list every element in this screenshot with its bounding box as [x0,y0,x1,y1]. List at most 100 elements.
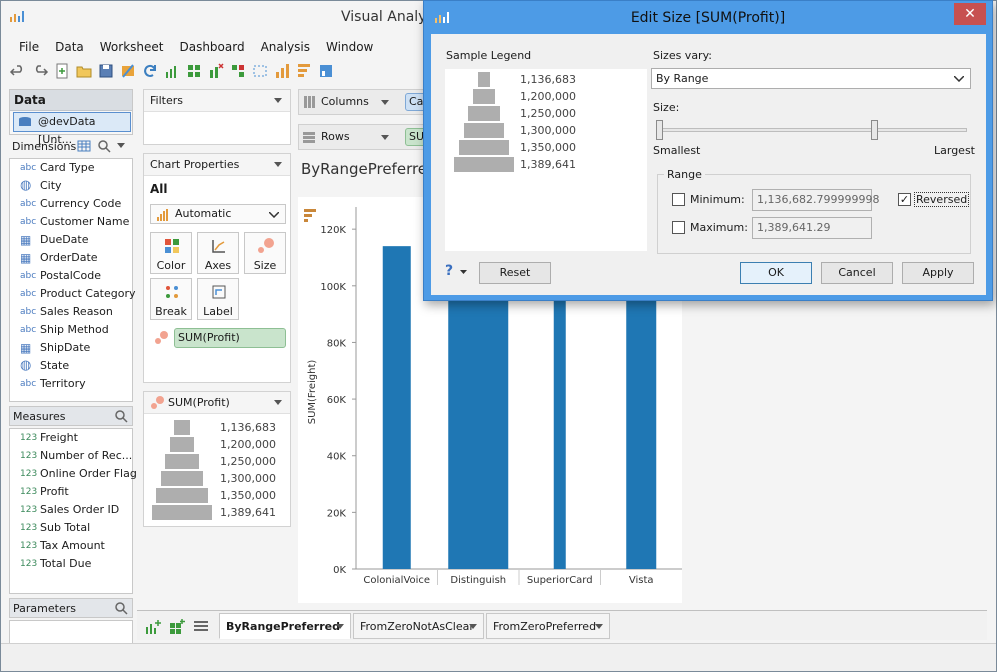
reset-button[interactable]: Reset [479,262,551,284]
size-slider-max-thumb[interactable] [871,120,878,140]
sample-legend-box: 1,136,683 1,200,000 1,250,000 1,300,000 1,35… [445,69,647,251]
measure-item[interactable]: 123 Online Order Flag [10,465,137,483]
help-menu-icon[interactable] [460,270,467,275]
tab-byrangepreferred[interactable]: ByRangePreferred [219,613,351,639]
maximum-input[interactable]: 1,389,641.29 [752,217,872,239]
sort-indicator-icon[interactable] [304,209,316,222]
dimension-item[interactable]: abc Sales Reason [10,303,132,321]
tab-menu-icon[interactable] [595,624,603,630]
add-grid-icon[interactable] [185,62,203,80]
sizes-vary-select[interactable]: By Range [651,68,971,89]
redo-icon[interactable] [31,62,49,80]
tab-menu-icon[interactable] [336,624,344,630]
dimension-item[interactable]: abc Card Type [10,159,132,177]
measure-item[interactable]: 123 Sales Order ID [10,501,132,519]
menu-dashboard[interactable]: Dashboard [171,38,252,56]
reversed-checkbox[interactable]: ✓ [898,193,911,206]
new-dashboard-icon[interactable] [169,619,185,635]
clear-sheet-icon[interactable] [207,62,225,80]
minimum-checkbox[interactable] [672,193,685,206]
dimension-item-label: Product Category [40,287,136,300]
lasso-icon[interactable] [251,62,269,80]
sheet-sorter-icon[interactable] [193,620,209,634]
open-icon[interactable] [75,62,93,80]
size-button[interactable]: Size [244,232,286,274]
dimension-item[interactable]: ▦ OrderDate [10,249,132,267]
size-slider[interactable] [656,120,967,140]
search-icon[interactable] [97,139,111,153]
number-type-icon: 123 [20,523,38,533]
dimension-item[interactable]: abc Territory [10,375,132,393]
add-bars-icon[interactable] [163,62,181,80]
axes-button[interactable]: Axes [197,232,239,274]
dimensions-menu-icon[interactable] [117,143,125,149]
swap-icon[interactable] [229,62,247,80]
dimension-item[interactable]: abc Currency Code [10,195,132,213]
menu-window[interactable]: Window [318,38,381,56]
edit-size-dialog: Edit Size [SUM(Profit)] ✕ Sample Legend … [423,0,993,301]
size-legend-card: SUM(Profit) 1,136,683 1,200,000 1,250,000 1… [143,391,291,527]
size-label: Size [253,259,277,272]
dimension-item[interactable]: ▦ ShipDate [10,339,132,357]
close-button[interactable]: ✕ [954,3,986,25]
size-legend-value: 1,389,641 [520,158,576,171]
search-icon[interactable] [114,601,128,615]
sort-descending-icon[interactable] [295,62,313,80]
dimensions-title: Dimensions [12,140,77,153]
size-legend-value: 1,300,000 [220,472,276,485]
dimension-item[interactable]: ◍ City [10,177,132,195]
table-view-icon[interactable] [77,140,91,152]
ok-button[interactable]: OK [740,262,812,284]
datasource-item[interactable]: @devData [Unt... [13,112,131,146]
search-icon[interactable] [114,409,128,423]
save-icon[interactable] [97,62,115,80]
apply-button[interactable]: Apply [902,262,974,284]
size-legend-menu-icon[interactable] [274,400,282,406]
dimension-item[interactable]: ▦ DueDate [10,231,132,249]
number-type-icon: 123 [20,433,38,443]
mark-type-select[interactable]: Automatic [150,204,286,224]
tab-all[interactable]: All [150,182,168,196]
size-slider-min-thumb[interactable] [656,120,663,140]
color-button[interactable]: Color [150,232,192,274]
filters-menu-icon[interactable] [274,98,282,104]
cancel-button[interactable]: Cancel [821,262,893,284]
measure-item[interactable]: 123 Profit [10,483,132,501]
measure-item[interactable]: 123 Total Due [10,555,132,573]
dimension-item[interactable]: abc Customer Name [10,213,132,231]
menu-file[interactable]: File [11,38,47,56]
refresh-icon[interactable] [141,62,159,80]
size-field-pill[interactable]: SUM(Profit) [174,328,286,348]
minimum-input[interactable]: 1,136,682.799999998 [752,189,879,211]
columns-menu-icon[interactable] [381,100,389,106]
undo-icon[interactable] [9,62,27,80]
chart-properties-menu-icon[interactable] [274,162,282,168]
measure-item[interactable]: 123 Sub Total [10,519,132,537]
help-icon[interactable]: ? [445,263,453,279]
sort-ascending-icon[interactable] [273,62,291,80]
tab-fromzeronotasclear[interactable]: FromZeroNotAsClear [353,613,484,639]
menu-analysis[interactable]: Analysis [253,38,318,56]
new-worksheet-icon[interactable] [145,619,161,635]
label-button[interactable]: Label [197,278,239,320]
menu-worksheet[interactable]: Worksheet [92,38,172,56]
rows-menu-icon[interactable] [381,135,389,141]
menu-data[interactable]: Data [47,38,92,56]
size-legend-mark [165,454,199,469]
window-title: Visual Analy [341,9,427,25]
measure-item[interactable]: 123 Freight [10,429,132,447]
dimension-item[interactable]: abc Product Category [10,285,136,303]
dimension-item[interactable]: abc Ship Method [10,321,132,339]
dimension-item[interactable]: abc PostalCode [10,267,132,285]
break-button[interactable]: Break [150,278,192,320]
new-sheet-icon[interactable] [53,62,71,80]
tab-menu-icon[interactable] [469,624,477,630]
dimension-item[interactable]: ◍ State [10,357,132,375]
measure-item[interactable]: 123 Number of Rec... [10,447,132,465]
tab-fromzeropreferred[interactable]: FromZeroPreferred [486,613,610,639]
size-legend-value: 1,250,000 [520,107,576,120]
maximum-checkbox[interactable] [672,221,685,234]
data-source-icon[interactable] [119,62,137,80]
highlight-icon[interactable] [317,62,335,80]
measure-item[interactable]: 123 Tax Amount [10,537,132,555]
